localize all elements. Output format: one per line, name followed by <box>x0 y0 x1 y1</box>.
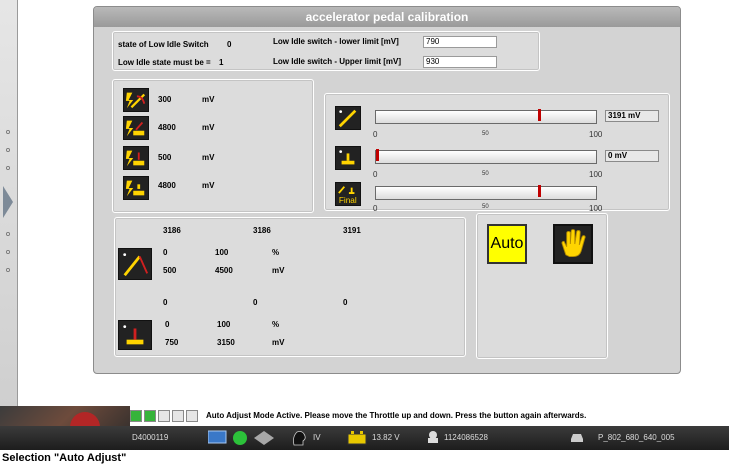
status-message: Auto Adjust Mode Active. Please move the… <box>206 411 587 420</box>
slider-marker <box>538 185 541 197</box>
dialog-title: accelerator pedal calibration <box>94 7 680 27</box>
pedal-voltage-low-icon <box>123 88 149 112</box>
scale-mid: 50 <box>482 131 489 137</box>
scale-mid: 50 <box>482 204 489 210</box>
auto-adjust-button[interactable]: Auto <box>487 224 527 264</box>
voltage-unit: mV <box>202 123 215 132</box>
idle-switch-sensor-icon <box>118 320 152 350</box>
pedal-position-icon <box>335 106 361 130</box>
voltage-value: 500 <box>158 153 172 162</box>
pedal-position-readout: 3191 mV <box>605 110 659 122</box>
progress-cell <box>158 410 170 422</box>
head-profile-icon <box>290 429 308 449</box>
switch-voltage-max: 3150 <box>217 338 235 347</box>
idle-switch-slider <box>375 149 597 164</box>
idle-switch-icon <box>335 146 361 170</box>
progress-cell <box>144 410 156 422</box>
scale-mid: 50 <box>482 171 489 177</box>
switch-percent-min: 0 <box>165 320 170 329</box>
order-number: D4000119 <box>132 433 169 442</box>
switch-percent-max: 100 <box>217 320 231 329</box>
switch-voltage-unit: mV <box>272 338 285 347</box>
result-value: 3191 <box>343 226 361 235</box>
pedal-voltage-unit: mV <box>272 266 285 275</box>
pedal-voltage-min: 500 <box>163 266 177 275</box>
idle-switch-state-value: 0 <box>227 40 232 49</box>
scale-min: 0 <box>373 204 378 213</box>
connection-status-icon <box>207 429 278 449</box>
pedal-voltage-high-icon <box>123 116 149 140</box>
hand-icon <box>561 229 586 258</box>
left-rail <box>0 0 18 408</box>
vehicle-id: 1124086528 <box>444 433 488 442</box>
scale-min: 0 <box>373 170 378 179</box>
rail-dot <box>6 250 10 254</box>
progress-cell <box>186 410 198 422</box>
scale-max: 100 <box>589 204 603 213</box>
pedal-percent-min: 0 <box>163 248 168 257</box>
voltage-panel: 300 mV 4800 mV 500 mV 4800 mV <box>112 79 314 213</box>
mode-indicator: IV <box>313 433 321 442</box>
expand-arrow-icon[interactable] <box>3 186 13 218</box>
result-value: 0 <box>343 298 348 307</box>
program-id: P_802_680_640_005 <box>598 433 675 442</box>
vehicle-icon <box>426 430 440 446</box>
slider-marker <box>538 109 541 121</box>
pedal-switch-high-icon <box>123 176 149 200</box>
rail-dot <box>6 166 10 170</box>
voltage-value: 300 <box>158 95 172 104</box>
pedal-percent-unit: % <box>272 248 280 257</box>
rail-dot <box>6 232 10 236</box>
progress-cell <box>172 410 184 422</box>
progress-indicator <box>130 410 200 424</box>
application-window: accelerator pedal calibration state of L… <box>0 0 729 471</box>
slider-panel: 0 50 100 3191 mV 0 50 100 0 mV Final 0 5… <box>324 93 670 213</box>
slider-marker <box>376 149 379 161</box>
lower-limit-label: Low Idle switch - lower limit [mV] <box>273 37 399 46</box>
idle-switch-readout: 0 mV <box>605 150 659 162</box>
progress-cell <box>130 410 142 422</box>
pedal-position-slider <box>375 109 597 124</box>
scale-max: 100 <box>589 170 603 179</box>
svg-text:Final: Final <box>339 196 357 205</box>
idle-switch-state-label: state of Low Idle Switch <box>118 40 209 49</box>
result-value: 3186 <box>253 226 271 235</box>
idle-state-required-label: Low Idle state must be = <box>118 58 211 67</box>
result-value: 0 <box>253 298 258 307</box>
rail-dot <box>6 148 10 152</box>
scale-min: 0 <box>373 130 378 139</box>
switch-voltage-min: 750 <box>165 338 179 347</box>
battery-icon <box>347 431 367 447</box>
result-value: 3186 <box>163 226 181 235</box>
scale-max: 100 <box>589 130 603 139</box>
voltage-value: 4800 <box>158 123 176 132</box>
pedal-sensor-icon <box>118 248 152 280</box>
voltage-value: 4800 <box>158 181 176 190</box>
manual-adjust-button[interactable] <box>553 224 593 264</box>
switch-percent-unit: % <box>272 320 280 329</box>
final-position-icon: Final <box>335 182 361 206</box>
calibration-dialog: accelerator pedal calibration state of L… <box>93 6 681 374</box>
result-value: 0 <box>163 298 168 307</box>
idle-state-required-value: 1 <box>219 58 224 67</box>
rail-dot <box>6 268 10 272</box>
car-icon <box>570 430 584 446</box>
pedal-voltage-max: 4500 <box>215 266 233 275</box>
voltage-unit: mV <box>202 181 215 190</box>
taskbar: D4000119 IV 13.82 V 1124086528 P_802_680… <box>0 426 729 450</box>
results-panel: 3186 3186 3191 0 100 % 500 4500 mV 0 0 0… <box>114 217 466 357</box>
rail-dot <box>6 130 10 134</box>
upper-limit-label: Low Idle switch - Upper limit [mV] <box>273 57 402 66</box>
battery-voltage: 13.82 V <box>372 433 400 442</box>
voltage-unit: mV <box>202 153 215 162</box>
lower-limit-field[interactable]: 790 <box>423 36 497 48</box>
pedal-percent-max: 100 <box>215 248 229 257</box>
pedal-switch-low-icon <box>123 146 149 170</box>
idle-switch-panel: state of Low Idle Switch 0 Low Idle stat… <box>112 31 540 71</box>
upper-limit-field[interactable]: 930 <box>423 56 497 68</box>
figure-caption: Selection "Auto Adjust" <box>2 452 127 464</box>
voltage-unit: mV <box>202 95 215 104</box>
final-position-slider <box>375 185 597 200</box>
